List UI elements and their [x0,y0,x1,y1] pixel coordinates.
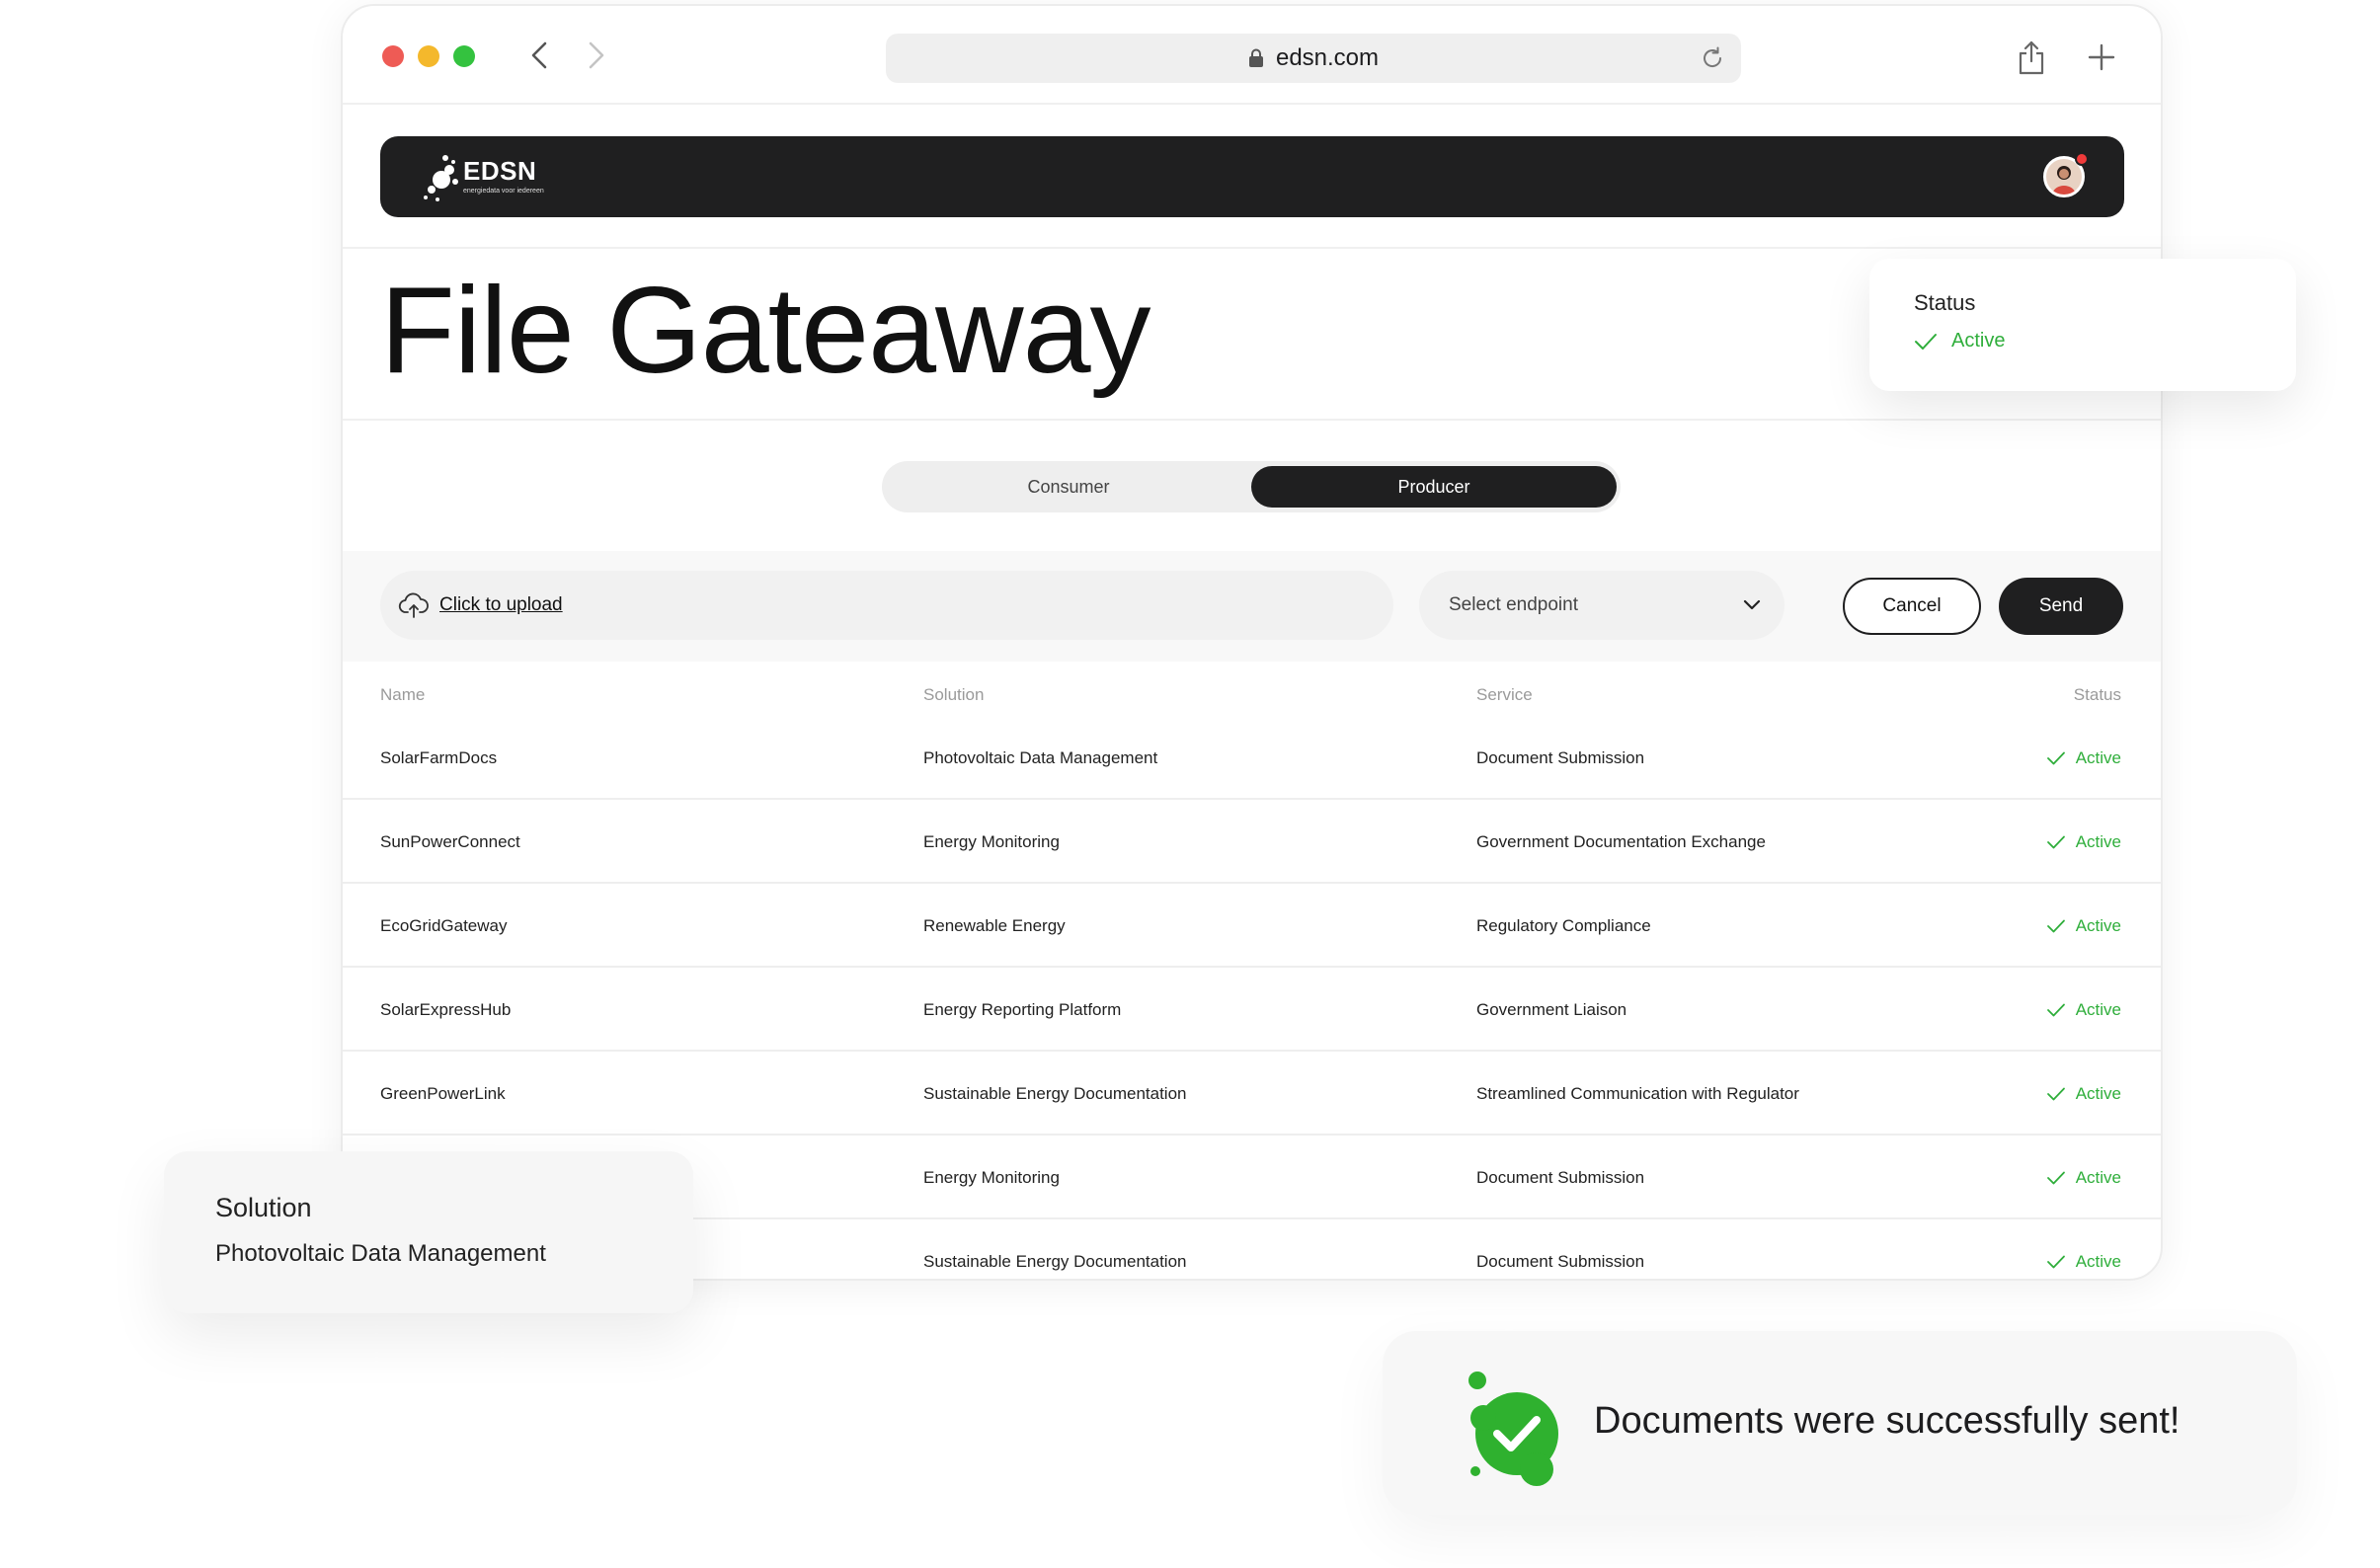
logo-tagline: energiedata voor iedereen [463,188,544,195]
status-text: Active [2075,1084,2121,1103]
column-header-status[interactable]: Status [2074,685,2121,705]
edsn-logo[interactable]: EDSN energiedata voor iedereen [420,150,568,205]
back-arrow-icon[interactable] [520,36,560,75]
cell-status: Active [2046,969,2121,1052]
cell-solution: Energy Monitoring [923,1168,1060,1187]
cell-status: Active [2046,1137,2121,1219]
status-text: Active [2075,832,2121,851]
cell-status: Active [2046,885,2121,968]
cell-service: Document Submission [1476,748,1645,767]
share-icon[interactable] [2017,39,2046,75]
upload-dropzone[interactable]: Click to upload [380,571,1393,640]
cell-solution: Sustainable Energy Documentation [923,1084,1187,1103]
status-card-value: Active [1914,330,2005,353]
cell-name: SolarFarmDocs [380,748,498,767]
check-icon [2046,919,2065,933]
cell-solution: Energy Reporting Platform [923,1000,1122,1019]
title-divider [343,419,2161,421]
cell-service: Streamlined Communication with Regulator [1476,1084,1799,1103]
cell-service: Regulatory Compliance [1476,916,1651,935]
toast-message: Documents were successfully sent! [1594,1400,2181,1442]
table-row[interactable]: EcoGridGateway Renewable Energy Regulato… [343,885,2161,968]
app-header: EDSN energiedata voor iedereen [380,136,2124,217]
cell-solution: Sustainable Energy Documentation [923,1252,1187,1271]
tab-producer[interactable]: Producer [1251,466,1617,508]
status-text: Active [2075,748,2121,767]
cell-name: SolarExpressHub [380,1000,512,1019]
logo-text: EDSN [463,156,537,186]
chevron-down-icon [1743,599,1761,610]
table-row[interactable]: SolarExpressHub Energy Reporting Platfor… [343,969,2161,1052]
lock-icon [1248,48,1263,67]
column-header-service[interactable]: Service [1476,685,1533,705]
solution-card-value: Photovoltaic Data Management [215,1240,546,1267]
check-icon [2046,751,2065,765]
cell-solution: Energy Monitoring [923,832,1060,851]
table-row[interactable]: GreenPowerLink Sustainable Energy Docume… [343,1053,2161,1136]
cell-name: SunPowerConnect [380,832,520,851]
check-icon [2046,835,2065,849]
cell-name: EcoGridGateway [380,916,508,935]
check-icon [2046,1171,2065,1185]
forward-arrow-icon[interactable] [576,36,615,75]
status-card: Status Active [1869,259,2296,391]
maximize-window-button[interactable] [453,45,475,67]
browser-window: edsn.com EDSN energiedata voor iedereen … [341,4,2163,1281]
new-tab-plus-icon[interactable] [2088,43,2115,71]
column-header-name[interactable]: Name [380,685,425,705]
cell-name: GreenPowerLink [380,1084,506,1103]
check-icon [2046,1255,2065,1269]
success-toast: Documents were successfully sent! [1383,1331,2297,1515]
cell-solution: Photovoltaic Data Management [923,748,1158,767]
browser-toolbar: edsn.com [343,6,2161,105]
address-bar[interactable]: edsn.com [886,34,1741,83]
upload-link[interactable]: Click to upload [439,594,563,616]
cell-status: Active [2046,801,2121,884]
status-text: Active [2075,1168,2121,1187]
reload-icon[interactable] [1700,45,1725,71]
status-text: Active [2075,1252,2121,1271]
page-title: File Gateaway [380,263,1151,399]
cancel-button[interactable]: Cancel [1843,578,1981,635]
status-text: Active [2075,916,2121,935]
cell-service: Government Liaison [1476,1000,1627,1019]
cloud-upload-icon [398,592,429,618]
cell-status: Active [2046,717,2121,800]
table-row[interactable]: SolarFarmDocs Photovoltaic Data Manageme… [343,717,2161,800]
endpoint-select[interactable]: Select endpoint [1419,571,1785,640]
table-row[interactable]: SunPowerConnect Energy Monitoring Govern… [343,801,2161,884]
cell-solution: Renewable Energy [923,916,1066,935]
cell-status: Active [2046,1220,2121,1279]
column-header-solution[interactable]: Solution [923,685,984,705]
check-icon [2046,1003,2065,1017]
cell-service: Government Documentation Exchange [1476,832,1766,851]
notification-dot [2075,152,2089,166]
minimize-window-button[interactable] [418,45,439,67]
cell-service: Document Submission [1476,1252,1645,1271]
url-text: edsn.com [1275,44,1380,71]
tab-consumer[interactable]: Consumer [886,466,1251,508]
status-text: Active [2075,1000,2121,1019]
cell-service: Document Submission [1476,1168,1645,1187]
check-icon [1915,333,1937,350]
status-card-label: Status [1914,290,1976,315]
endpoint-select-label: Select endpoint [1449,594,1578,615]
status-card-value-text: Active [1951,330,2006,352]
header-divider [343,247,2161,249]
success-check-bubbles-icon [1468,1372,1558,1486]
check-icon [2046,1087,2065,1101]
solution-card-label: Solution [215,1193,312,1222]
logo-bubbles-icon [424,155,458,201]
send-button[interactable]: Send [1999,578,2123,635]
cell-status: Active [2046,1053,2121,1136]
solution-card: Solution Photovoltaic Data Management [164,1151,693,1313]
close-window-button[interactable] [382,45,404,67]
mode-toggle: Consumer Producer [882,461,1621,512]
